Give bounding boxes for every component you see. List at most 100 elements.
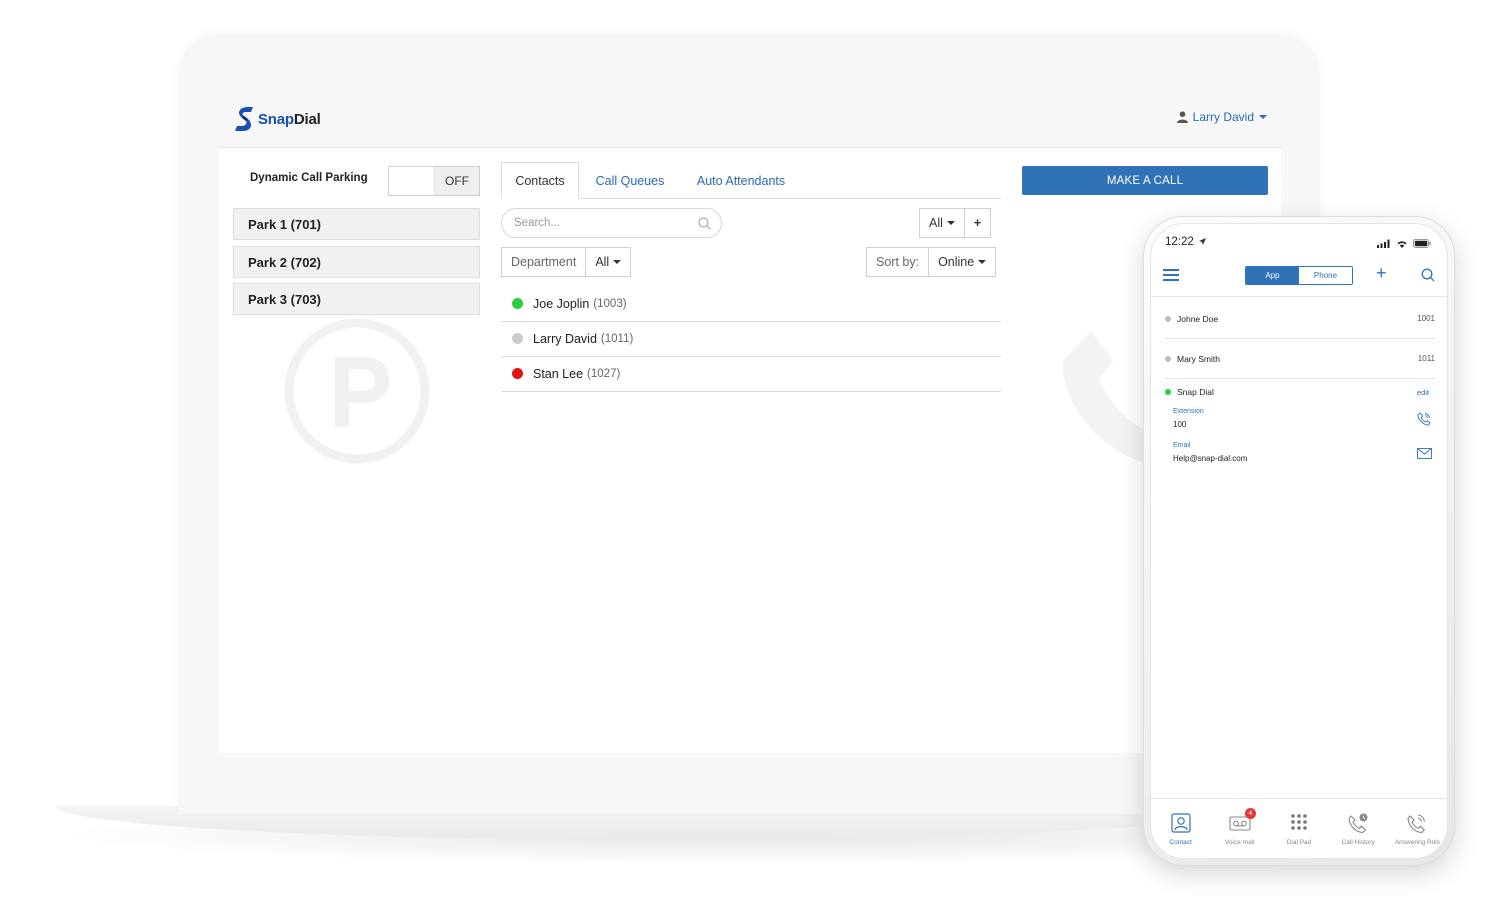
snapdial-logo[interactable]: SnapDial (233, 105, 321, 133)
toggle-state: OFF (435, 167, 479, 195)
mobile-device: 12:22 App Phone + Johne Doe 1001 Mary Sm… (1143, 216, 1455, 866)
email-label: Email (1173, 442, 1191, 449)
extension-value: 100 (1173, 420, 1187, 429)
call-history-icon (1348, 813, 1368, 833)
segment-app[interactable]: App (1246, 267, 1299, 284)
tab-call-queues[interactable]: Call Queues (593, 162, 667, 199)
edit-link[interactable]: edit (1417, 388, 1429, 397)
filter-group: All + (919, 208, 992, 238)
brand-name: SnapDial (258, 111, 321, 128)
search-icon[interactable] (698, 216, 711, 230)
status-time: 12:22 (1165, 236, 1206, 248)
chevron-down-icon (978, 260, 987, 264)
park-slot[interactable]: Park 2 (702) (233, 246, 480, 278)
hamburger-menu-icon[interactable] (1163, 269, 1179, 281)
battery-icon (1413, 239, 1431, 248)
wifi-icon (1397, 241, 1407, 248)
contact-row[interactable]: Larry David (1011) (501, 321, 1001, 357)
mail-icon[interactable] (1417, 448, 1432, 459)
location-arrow-icon (1198, 238, 1206, 245)
chevron-down-icon (946, 221, 955, 225)
tab-contacts[interactable]: Contacts (501, 162, 579, 199)
status-online-dot (1165, 389, 1171, 395)
expanded-contact-name: Snap Dial (1177, 387, 1214, 397)
contact-row[interactable]: Joe Joplin (1003) (501, 286, 1001, 322)
contact-tabs: Contacts Call Queues Auto Attendants (501, 162, 1001, 199)
contact-name: Stan Lee (533, 366, 584, 381)
user-menu[interactable]: Larry David (1176, 110, 1267, 124)
mobile-screen: 12:22 App Phone + Johne Doe 1001 Mary Sm… (1150, 223, 1448, 859)
tab-answering-rules[interactable]: Answering Ruls (1388, 799, 1447, 858)
mobile-contact-row[interactable]: Mary Smith 1011 (1165, 339, 1435, 379)
department-value: All (595, 255, 610, 269)
park-slot[interactable]: Park 3 (703) (233, 283, 480, 315)
contact-extension: (1027) (587, 367, 621, 380)
department-filter: Department All (501, 247, 632, 277)
chevron-down-icon (1259, 115, 1267, 119)
tab-dial-pad-label: Dial Pad (1286, 838, 1312, 846)
mobile-contact-name: Mary Smith (1177, 353, 1220, 364)
mobile-contact-extension: 1011 (1417, 354, 1435, 363)
contact-extension: (1011) (600, 332, 634, 345)
filter-value: All (929, 216, 943, 230)
contact-name: Joe Joplin (533, 296, 590, 311)
dialpad-icon (1291, 813, 1307, 830)
dynamic-call-parking-label: Dynamic Call Parking (250, 172, 368, 184)
status-offline-dot (1165, 355, 1171, 362)
status-time-value: 12:22 (1165, 236, 1194, 248)
dynamic-call-parking-toggle[interactable]: OFF (388, 166, 480, 196)
sort-dropdown[interactable]: Online (928, 248, 995, 276)
plus-icon: + (973, 215, 982, 230)
status-icons (1377, 239, 1431, 248)
app-phone-segment: App Phone (1245, 266, 1353, 285)
tab-dial-pad[interactable]: Dial Pad (1269, 799, 1328, 858)
search-box (501, 208, 722, 238)
user-icon (1176, 111, 1188, 123)
tab-voicemail[interactable]: 4 Voice mail (1210, 799, 1269, 858)
add-icon[interactable]: + (1376, 264, 1387, 282)
snapdial-logo-icon (235, 107, 253, 131)
expanded-contact-header[interactable]: Snap Dial (1165, 387, 1214, 397)
voicemail-icon-wrap: 4 (1229, 807, 1256, 834)
mobile-contact-extension: 1001 (1417, 314, 1435, 323)
mobile-tabbar: Contact 4 Voice mail Dial Pad Call Histo… (1151, 798, 1447, 858)
divider (1151, 296, 1447, 297)
tab-contact[interactable]: Contact (1151, 799, 1210, 858)
park-slot[interactable]: Park 1 (701) (233, 208, 480, 240)
tab-contact-label: Contact (1169, 838, 1192, 846)
extension-label: Extension (1173, 408, 1204, 415)
brand-name-snap: Snap (258, 110, 294, 128)
search-icon[interactable] (1421, 268, 1435, 282)
contact-name: Larry David (533, 331, 597, 346)
filter-dropdown[interactable]: All (920, 209, 964, 237)
status-offline-dot (1165, 315, 1171, 322)
add-contact-button[interactable]: + (963, 209, 990, 237)
department-dropdown[interactable]: All (585, 248, 630, 276)
desktop-app-window: SnapDial Larry David Dynamic Call Parkin… (219, 91, 1281, 753)
app-header: SnapDial Larry David (219, 91, 1281, 148)
toggle-knob (389, 167, 435, 195)
contact-row[interactable]: Stan Lee (1027) (501, 356, 1001, 392)
mobile-contact-row[interactable]: Johne Doe 1001 (1165, 299, 1435, 339)
tab-auto-attendants[interactable]: Auto Attendants (689, 162, 793, 199)
tab-voicemail-label: Voice mail (1224, 838, 1255, 846)
status-online-dot (512, 298, 523, 309)
phone-call-icon[interactable] (1417, 412, 1431, 426)
department-label: Department (511, 255, 577, 269)
mobile-contact-name: Johne Doe (1177, 313, 1219, 324)
mobile-topbar: App Phone + (1151, 258, 1447, 294)
brand-name-dial: Dial (293, 110, 321, 128)
make-a-call-button[interactable]: MAKE A CALL (1022, 166, 1268, 195)
tab-call-history-label: Call History (1341, 838, 1375, 846)
tab-call-history[interactable]: Call History (1329, 799, 1388, 858)
voicemail-count-badge: 4 (1244, 807, 1256, 819)
answering-rules-icon (1407, 813, 1426, 833)
chevron-down-icon (613, 260, 622, 264)
segment-phone[interactable]: Phone (1299, 267, 1352, 284)
search-input[interactable] (514, 217, 698, 229)
contact-extension: (1003) (593, 297, 627, 310)
sort-control: Sort by: Online (866, 247, 997, 277)
email-value: Help@snap-dial.com (1173, 454, 1248, 463)
sort-label: Sort by: (876, 255, 920, 269)
sort-value: Online (938, 255, 975, 269)
